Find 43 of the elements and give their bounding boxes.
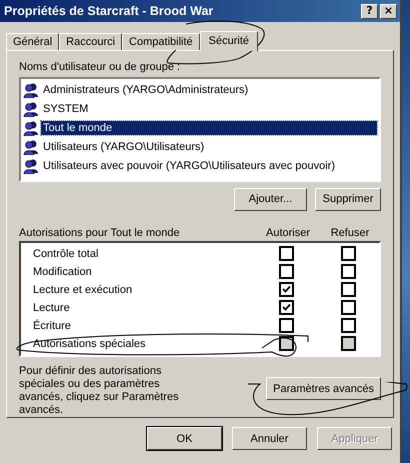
permission-name: Contrôle total bbox=[33, 248, 100, 260]
checkbox[interactable] bbox=[340, 318, 356, 334]
checkbox[interactable] bbox=[278, 318, 294, 334]
dialog-button[interactable]: Annuler bbox=[232, 427, 307, 450]
checkbox[interactable] bbox=[278, 264, 294, 280]
user-list-item[interactable]: SYSTEM bbox=[41, 102, 90, 116]
user-list-item[interactable]: Utilisateurs avec pouvoir (YARGO\Utilisateurs avec pouvoir) bbox=[41, 158, 338, 172]
tab[interactable]: Sécurité bbox=[200, 31, 258, 51]
column-header: Refuser bbox=[330, 226, 370, 239]
checkbox[interactable] bbox=[278, 300, 294, 316]
advanced-hint: Pour définir des autorisations spéciales ou des paramètres avancés, cliquez sur Paramètres avancés. bbox=[19, 365, 180, 417]
users-icon bbox=[23, 100, 39, 116]
advanced-button[interactable]: Paramètres avancés bbox=[266, 377, 381, 400]
column-header: Autoriser bbox=[264, 226, 312, 239]
checkbox[interactable] bbox=[278, 246, 294, 262]
help-button[interactable]: ? bbox=[361, 4, 378, 18]
tab[interactable]: Compatibilité bbox=[122, 33, 200, 50]
permission-name: Lecture bbox=[33, 302, 71, 314]
users-icon bbox=[23, 82, 39, 98]
users-icon bbox=[23, 120, 39, 136]
permissions-label: Autorisations pour Tout le monde bbox=[19, 226, 181, 239]
remove-button[interactable]: Supprimer bbox=[315, 188, 381, 211]
checkbox[interactable] bbox=[340, 282, 356, 298]
permission-name: Écriture bbox=[33, 320, 72, 332]
tab[interactable]: Général bbox=[6, 33, 60, 50]
users-icon bbox=[23, 158, 39, 174]
user-list-item[interactable]: Utilisateurs (YARGO\Utilisateurs) bbox=[41, 140, 206, 154]
checkbox[interactable] bbox=[340, 264, 356, 280]
user-list-item[interactable]: Administrateurs (YARGO\Administrateurs) bbox=[41, 82, 250, 96]
checkbox[interactable] bbox=[278, 282, 294, 298]
tab[interactable]: Raccourci bbox=[59, 33, 122, 50]
checkbox[interactable] bbox=[340, 246, 356, 262]
user-list-item[interactable]: Tout le monde bbox=[41, 120, 377, 134]
users-label: Noms d'utilisateur ou de groupe : bbox=[19, 61, 182, 73]
permission-name: Modification bbox=[33, 266, 93, 278]
add-button[interactable]: Ajouter... bbox=[234, 188, 307, 211]
users-icon bbox=[23, 138, 39, 154]
permission-name: Lecture et exécution bbox=[33, 284, 134, 296]
dialog-button[interactable]: OK bbox=[147, 427, 222, 450]
window-title: Propriétés de Starcraft - Brood War bbox=[4, 4, 214, 18]
permission-name: Autorisations spéciales bbox=[33, 338, 147, 350]
close-button[interactable]: × bbox=[380, 4, 397, 18]
checkbox[interactable] bbox=[340, 300, 356, 316]
